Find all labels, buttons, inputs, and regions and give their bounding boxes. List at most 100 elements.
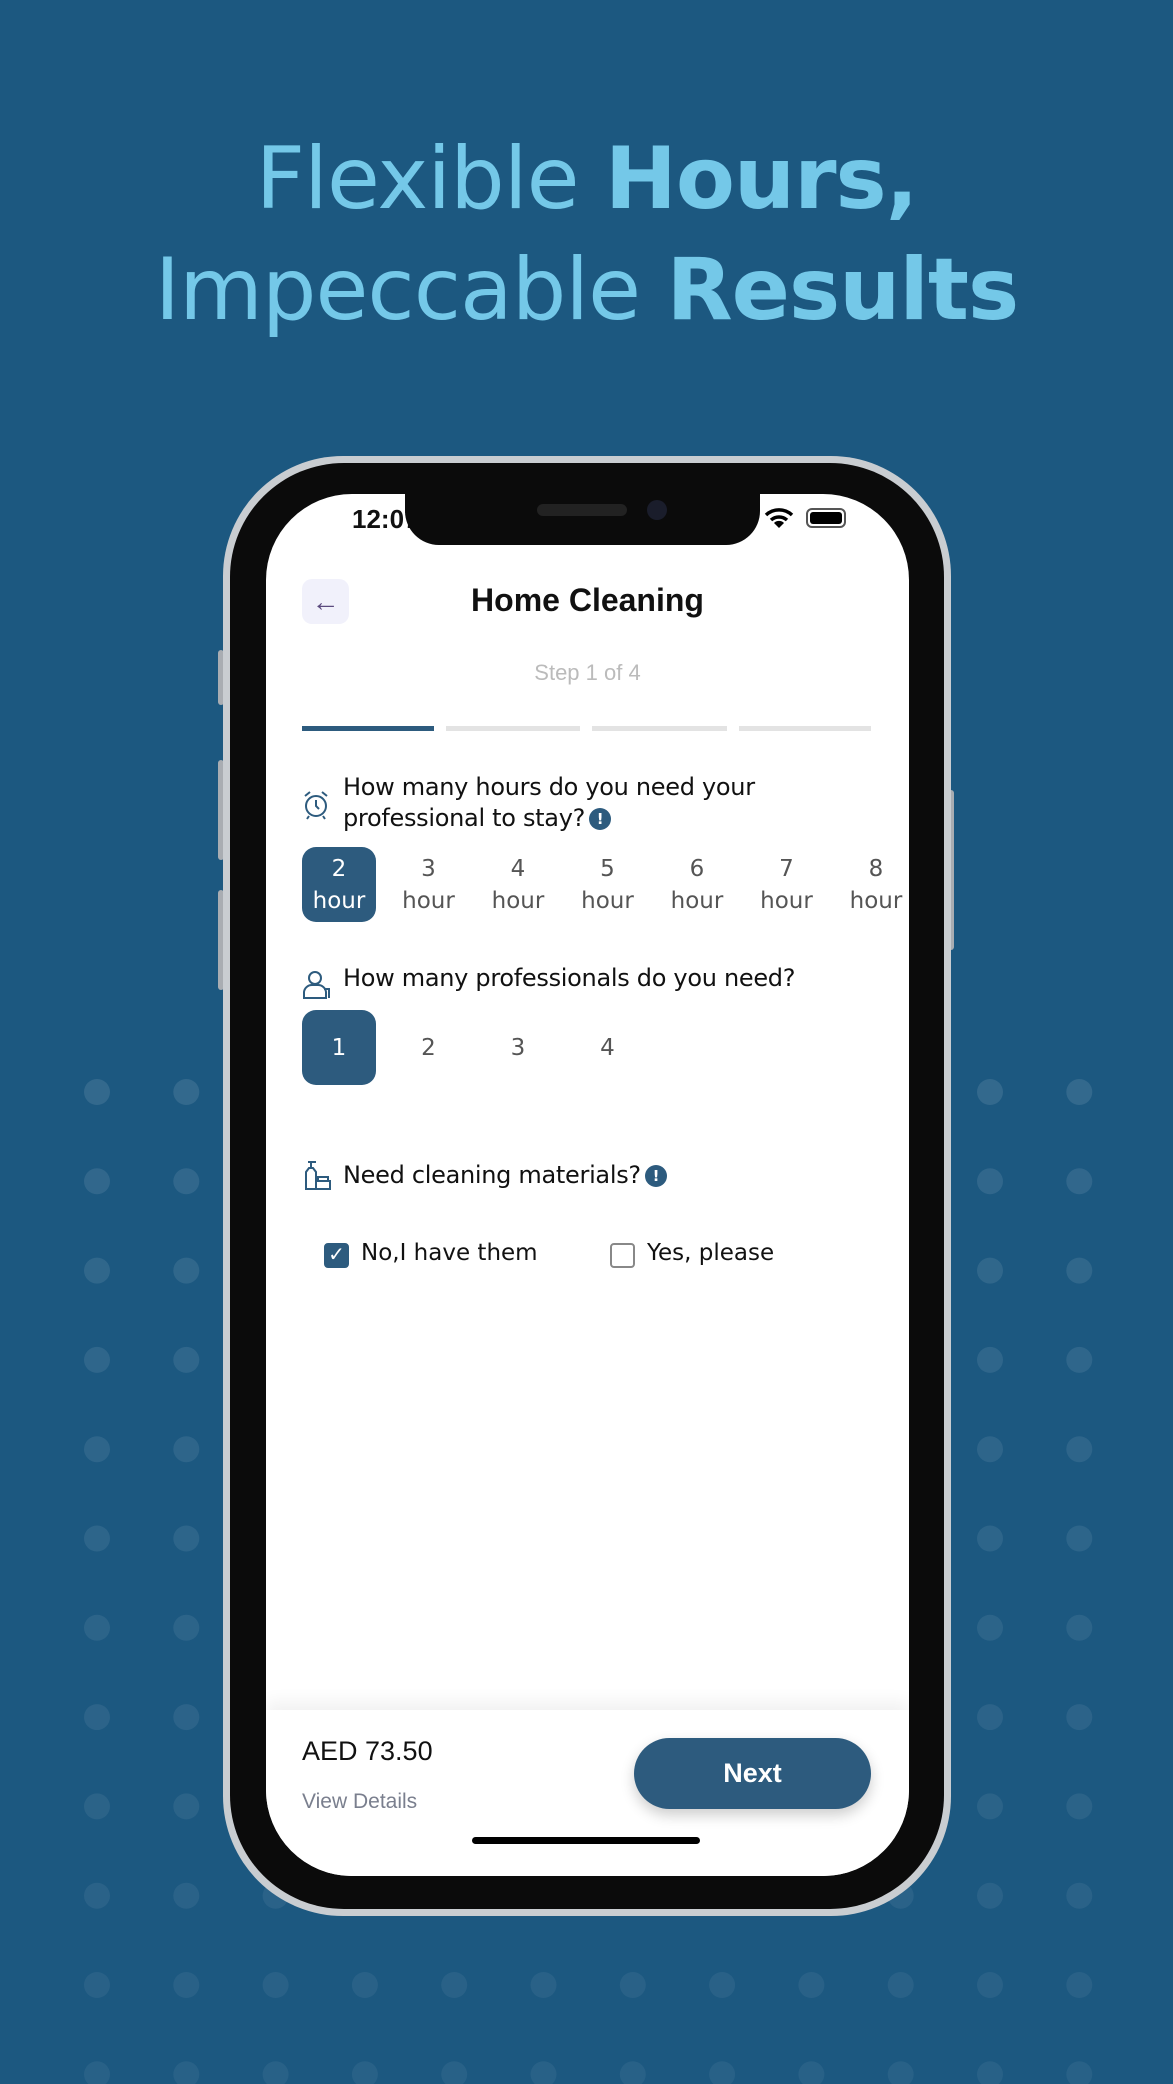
progress-segment-4 [739, 726, 871, 731]
pattern-dot [977, 1704, 1003, 1731]
headline-line-1: Flexible Hours, [0, 124, 1173, 234]
pattern-dot [1066, 1972, 1093, 1998]
page-title: Home Cleaning [471, 582, 704, 618]
hour-number: 4 [510, 855, 526, 882]
option-label[interactable]: No,I have them [361, 1240, 538, 1266]
pattern-dot [977, 1882, 1003, 1909]
pattern-dot [84, 1436, 110, 1463]
pattern-dot [887, 1972, 914, 1998]
footer-bar: AED 73.50 View Details Next [266, 1710, 909, 1876]
pattern-dot [977, 1346, 1003, 1373]
hour-unit: hour [312, 887, 366, 914]
hour-number: 7 [779, 855, 794, 882]
pattern-dot [173, 1346, 200, 1373]
pattern-dot [441, 2061, 468, 2084]
pattern-dot [619, 1972, 646, 1998]
pattern-dot [84, 2061, 110, 2084]
progress-segment-3 [592, 726, 727, 731]
hour-option-2[interactable]: 2 hour [302, 847, 376, 922]
hour-option-7[interactable]: 7 hour [750, 847, 824, 922]
hour-number: 5 [600, 855, 615, 882]
pattern-dot [798, 2061, 825, 2084]
pattern-dot [977, 1614, 1003, 1641]
professional-option-4[interactable]: 4 [571, 1010, 645, 1085]
pattern-dot [1066, 2061, 1093, 2084]
info-icon[interactable]: ! [589, 808, 612, 830]
hour-number: 8 [868, 855, 884, 882]
hour-unit: hour [670, 887, 724, 914]
total-price: AED 73.50 [302, 1736, 433, 1766]
pattern-dot [887, 2061, 914, 2084]
pattern-dot [84, 1079, 110, 1105]
pattern-dot [798, 1972, 825, 1998]
headline-regular: Flexible [255, 129, 605, 229]
phone-screen: 12:07 ← Home Cleaning Step 1 of 4 How ma… [266, 494, 909, 1876]
headline-bold: Hours, [604, 129, 919, 229]
materials-question-text: Need cleaning materials? [343, 1161, 641, 1189]
hour-option-8[interactable]: 8 hour [839, 847, 909, 922]
pattern-dot [977, 2061, 1003, 2084]
pattern-dot [173, 1793, 200, 1820]
next-button[interactable]: Next [634, 1738, 871, 1809]
checkbox-yes-materials[interactable] [610, 1243, 635, 1268]
professional-option-1[interactable]: 1 [302, 1010, 376, 1085]
pattern-dot [530, 1972, 557, 1998]
pattern-dot [977, 1168, 1003, 1195]
pattern-dot [709, 1972, 736, 1998]
pattern-dot [84, 1614, 110, 1641]
pattern-dot [1066, 1436, 1093, 1463]
pattern-dot [977, 1436, 1003, 1463]
hour-option-6[interactable]: 6 hour [660, 847, 734, 922]
pattern-dot [84, 1346, 110, 1373]
hour-unit: hour [581, 887, 634, 914]
pattern-dot [173, 1436, 200, 1463]
hour-option-4[interactable]: 4 hour [481, 847, 555, 922]
cleaning-supplies-icon [305, 1161, 331, 1190]
pattern-dot [1066, 1882, 1093, 1909]
pattern-dot [84, 1257, 110, 1284]
pattern-dot [351, 2061, 378, 2084]
professional-option-3[interactable]: 3 [481, 1010, 555, 1085]
pattern-dot [84, 1704, 110, 1731]
wifi-icon [764, 508, 794, 528]
info-icon[interactable]: ! [644, 1165, 667, 1187]
hours-question-text: How many hours do you need your professi… [343, 773, 755, 832]
option-label[interactable]: Yes, please [647, 1240, 774, 1266]
home-indicator[interactable] [472, 1837, 700, 1844]
pattern-dot [173, 1704, 200, 1731]
hour-option-3[interactable]: 3 hour [392, 847, 466, 922]
hour-option-5[interactable]: 5 hour [571, 847, 645, 922]
pattern-dot [173, 1882, 200, 1909]
pattern-dot [1066, 1525, 1093, 1552]
pattern-dot [1066, 1079, 1093, 1105]
phone-notch [405, 494, 760, 545]
alarm-clock-icon [304, 791, 328, 820]
pattern-dot [173, 2061, 200, 2084]
pattern-dot [84, 1525, 110, 1552]
pattern-dot [977, 1525, 1003, 1552]
hour-number: 6 [689, 855, 705, 882]
professional-option-2[interactable]: 2 [392, 1010, 466, 1085]
progress-segment-2 [446, 726, 580, 731]
checkbox-no-materials[interactable]: ✓ [324, 1243, 349, 1268]
professionals-question: How many professionals do you need? [343, 964, 796, 992]
pattern-dot [351, 1972, 378, 1998]
pattern-dot [1066, 1704, 1093, 1731]
pattern-dot [977, 1972, 1003, 1998]
pattern-dot [977, 1793, 1003, 1820]
pattern-dot [262, 2061, 289, 2084]
pattern-dot [709, 2061, 736, 2084]
pattern-dot [173, 1168, 200, 1195]
pattern-dot [173, 1525, 200, 1552]
view-details-link[interactable]: View Details [302, 1790, 417, 1814]
headline-regular: Impeccable [154, 240, 667, 340]
materials-question: Need cleaning materials?! [343, 1160, 667, 1191]
pattern-dot [84, 1972, 110, 1998]
hour-unit: hour [760, 887, 813, 914]
pattern-dot [84, 1793, 110, 1820]
battery-icon [806, 508, 846, 528]
pattern-dot [1066, 1614, 1093, 1641]
pattern-dot [84, 1882, 110, 1909]
headline-bold: Results [666, 240, 1019, 340]
pattern-dot [84, 1168, 110, 1195]
